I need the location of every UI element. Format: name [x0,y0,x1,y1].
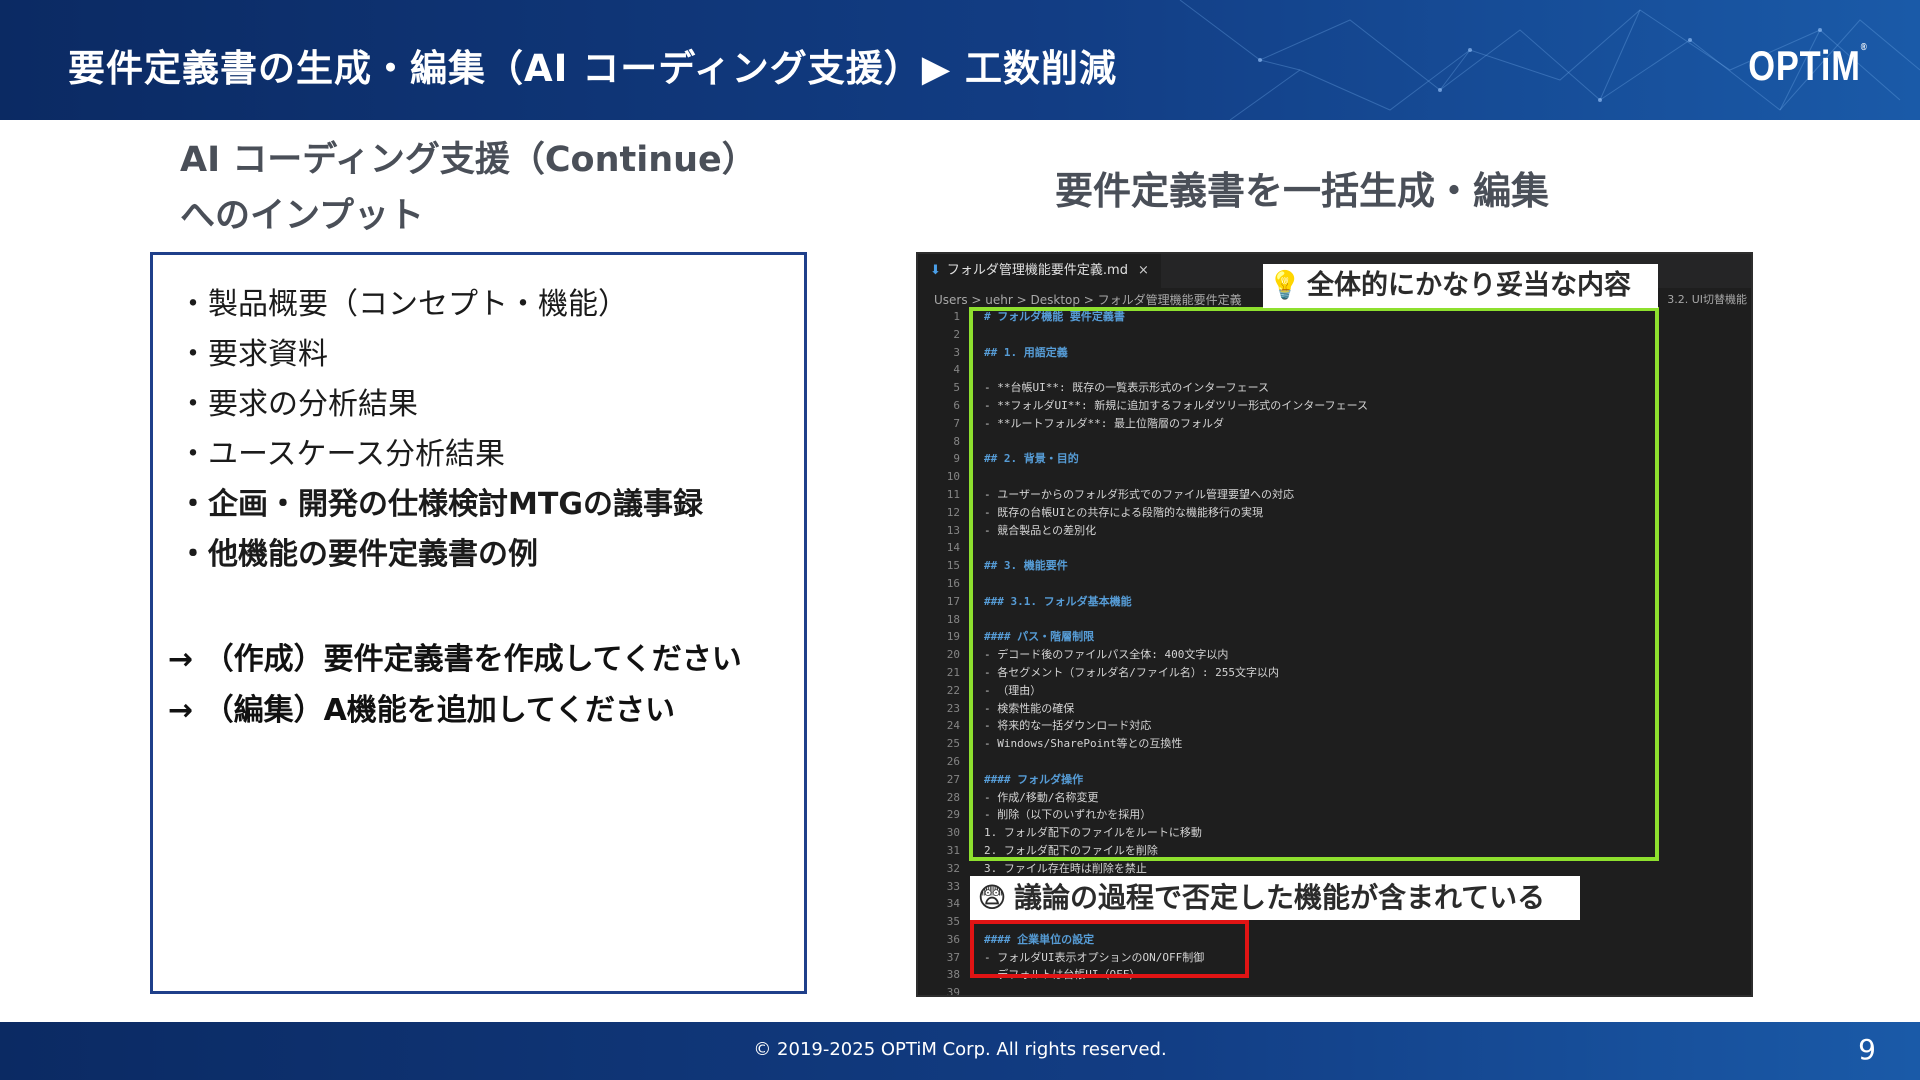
green-highlight-box [969,307,1659,861]
footer-bar: © 2019-2025 OPTiM Corp. All rights reser… [0,1022,1920,1080]
line-number: 14 [946,541,960,555]
line-number: 38 [946,968,960,982]
line-number: 39 [946,986,960,997]
breadcrumb-section: 3.2. UI切替機能 [1667,293,1747,306]
warning-callout: 😨 議論の過程で否定した機能が含まれている [970,876,1580,920]
copyright-text: © 2019-2025 OPTiM Corp. All rights reser… [753,1039,1167,1060]
fearful-face-icon: 😨 [977,881,1007,914]
line-number: 20 [946,648,960,662]
line-text: 3. ファイル存在時は削除を禁止 [984,861,1147,875]
close-icon[interactable]: × [1138,263,1149,278]
line-number: 23 [946,701,960,715]
line-number: 26 [946,754,960,768]
instruction-edit: → （編集）A機能を追加してください [168,693,675,728]
line-number: 3 [953,345,960,359]
header-banner: 要件定義書の生成・編集（AI コーディング支援）▶ 工数削減 OPTiM® [0,0,1920,120]
line-number: 25 [946,737,960,751]
line-number: 1 [953,310,960,323]
line-number: 15 [946,559,960,573]
instruction-list: → （作成）要件定義書を作成してください → （編集）A機能を追加してください [168,634,742,736]
line-number: 13 [946,523,960,537]
bullet-item: ・要求の分析結果 [178,387,418,422]
markdown-icon: ⬇ [930,263,941,278]
input-title-line2: へのインプット [180,196,424,236]
line-number: 33 [946,879,960,893]
input-title-line1: AI コーディング支援（Continue） [180,140,757,180]
slide-title: 要件定義書の生成・編集（AI コーディング支援）▶ 工数削減 [68,47,1118,90]
line-number: 37 [946,950,960,964]
line-number: 12 [946,505,960,519]
instruction-create: → （作成）要件定義書を作成してください [168,642,742,677]
line-number: 24 [946,719,960,733]
lightbulb-icon: 💡 [1268,270,1302,301]
line-number: 10 [946,470,960,484]
line-number: 29 [946,808,960,822]
line-number: 34 [946,897,960,911]
registered-mark: ® [1861,42,1868,53]
code-line: 32 3. ファイル存在時は削除を禁止 [918,860,1751,878]
bullet-item: ・企画・開発の仕様検討MTGの議事録 [178,487,703,522]
line-number: 21 [946,665,960,679]
code-line: 39 [918,984,1751,997]
tab-label: フォルダ管理機能要件定義.md [946,263,1128,278]
positive-callout-text: 全体的にかなり妥当な内容 [1307,270,1631,301]
bullet-item: ・ユースケース分析結果 [178,437,505,472]
output-section-title: 要件定義書を一括生成・編集 [1055,169,1550,213]
line-number: 7 [953,416,960,430]
input-bullet-list: ・製品概要（コンセプト・機能） ・要求資料 ・要求の分析結果 ・ユースケース分析… [178,280,703,580]
positive-callout: 💡 全体的にかなり妥当な内容 [1263,264,1658,308]
line-number: 8 [953,434,960,448]
input-section-title: AI コーディング支援（Continue） へのインプット [180,132,820,244]
line-number: 32 [946,861,960,875]
bullet-item: ・製品概要（コンセプト・機能） [178,287,628,322]
line-number: 22 [946,683,960,697]
optim-logo: OPTiM® [1749,42,1868,90]
line-number: 28 [946,790,960,804]
line-number: 6 [953,398,960,412]
line-number: 19 [946,630,960,644]
bullet-item: ・要求資料 [178,337,328,372]
line-number: 16 [946,576,960,590]
line-number: 5 [953,381,960,395]
editor-tab[interactable]: ⬇ フォルダ管理機能要件定義.md × [918,254,1161,288]
line-number: 2 [953,327,960,341]
red-highlight-box [970,920,1249,978]
page-number: 9 [1858,1033,1876,1066]
line-number: 9 [953,452,960,466]
line-number: 36 [946,932,960,946]
line-number: 30 [946,826,960,840]
line-number: 35 [946,915,960,929]
line-number: 4 [953,363,960,377]
line-number: 31 [946,843,960,857]
bullet-item: ・他機能の要件定義書の例 [178,537,538,572]
logo-text: OPTiM [1748,42,1862,89]
line-number: 11 [946,487,960,501]
line-number: 18 [946,612,960,626]
warning-callout-text: 議論の過程で否定した機能が含まれている [1014,881,1546,914]
line-number: 27 [946,772,960,786]
line-number: 17 [946,594,960,608]
